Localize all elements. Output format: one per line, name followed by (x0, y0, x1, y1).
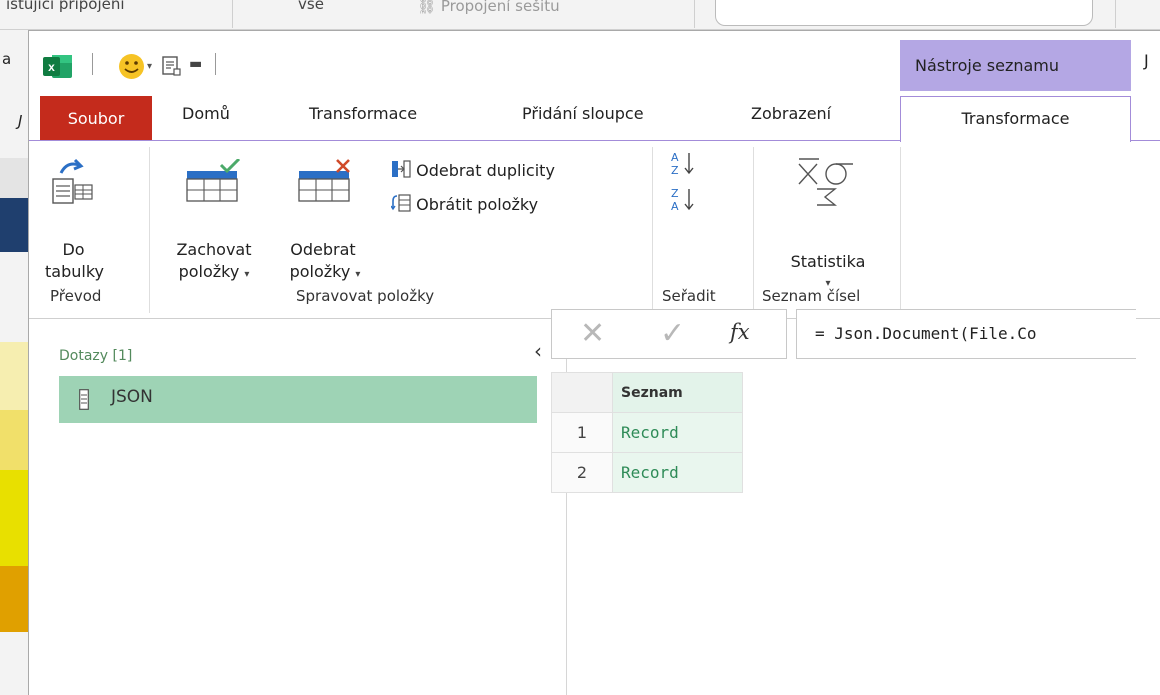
grid-corner[interactable] (551, 372, 613, 413)
power-query-editor-window: x ▾ ▬ Nástroje seznamu J Soubor Domů Tra… (28, 30, 1160, 695)
to-table-label-line1: Do (62, 240, 85, 259)
column-header[interactable]: Seznam (612, 372, 743, 413)
sort-ascending-icon[interactable]: A Z (669, 149, 703, 179)
link-icon: ⛓ (417, 0, 437, 15)
tab-view[interactable]: Zobrazení (751, 104, 831, 134)
customize-toolbar-icon[interactable]: ▬ (189, 56, 202, 72)
group-divider (149, 147, 150, 313)
group-divider (900, 147, 901, 313)
group-label-sort: Seřadit (662, 287, 716, 305)
svg-text:A: A (671, 151, 679, 164)
insert-function-icon[interactable]: fx (730, 320, 750, 344)
grid-cell[interactable]: Record (612, 412, 743, 453)
divider (1115, 0, 1116, 28)
quick-access-toolbar: x ▾ ▬ Nástroje seznamu J (29, 31, 1160, 91)
cancel-formula-icon[interactable]: ✕ (580, 316, 605, 352)
context-tab-header: Nástroje seznamu (900, 40, 1131, 91)
queries-title: Dotazy [1] (59, 348, 133, 364)
workbook-links-fragment[interactable]: ⛓ Propojení sešitu (417, 0, 560, 16)
divider (215, 53, 216, 75)
sheet-stripe (0, 342, 28, 410)
tab-file[interactable]: Soubor (40, 96, 152, 141)
tab-list-transform[interactable]: Transformace (900, 96, 1131, 142)
sheet-stripe (0, 470, 28, 566)
svg-text:Z: Z (671, 187, 679, 200)
form-icon[interactable] (160, 55, 182, 77)
statistics-label: Statistika (790, 252, 866, 271)
group-label-number-list: Seznam čísel (762, 287, 861, 305)
list-query-icon (79, 389, 89, 410)
left-fragment-a: a (2, 50, 12, 68)
statistics-icon (798, 158, 853, 206)
row-number: 2 (551, 452, 613, 493)
screen: istující připojení vše ⛓ Propojení sešit… (0, 0, 1160, 695)
group-label-convert: Převod (50, 287, 102, 305)
remove-items-label-line2: položky ▾ (289, 262, 361, 281)
queries-pane: Dotazy [1] ‹ JSON (29, 320, 567, 695)
collapse-pane-icon[interactable]: ‹ (534, 339, 542, 363)
sheet-stripe (0, 566, 28, 632)
remove-duplicates-icon (392, 160, 411, 178)
formula-input[interactable]: = Json.Document(File.Co (796, 309, 1136, 359)
group-label-manage-items: Spravovat položky (296, 287, 435, 305)
divider (92, 53, 93, 75)
sheet-stripe (0, 410, 28, 470)
group-divider (652, 147, 653, 313)
convert-to-table-icon (52, 158, 93, 204)
chevron-down-icon[interactable]: ▾ (147, 61, 152, 72)
keep-items-icon (186, 159, 241, 202)
sort-descending-icon[interactable]: Z A (669, 185, 703, 215)
keep-items-label-line1: Zachovat (176, 240, 252, 259)
query-item-label: JSON (111, 387, 153, 407)
tab-transform[interactable]: Transformace (309, 104, 417, 134)
reverse-items-button[interactable]: Obrátit položky (390, 193, 538, 214)
chevron-down-icon: ▾ (244, 269, 250, 280)
tab-home[interactable]: Domů (182, 104, 230, 134)
query-item-json[interactable]: JSON (59, 376, 537, 423)
ribbon: Do tabulky Převod Zachovat položky ▾ Ode… (29, 141, 1160, 319)
tab-add-column[interactable]: Přidání sloupce (522, 104, 644, 134)
grid-cell[interactable]: Record (612, 452, 743, 493)
smiley-feedback-icon[interactable] (118, 53, 145, 80)
svg-text:x: x (48, 60, 55, 74)
background-search-box[interactable] (715, 0, 1093, 26)
background-excel-toolbar: istující připojení vše ⛓ Propojení sešit… (0, 0, 1160, 30)
divider (232, 0, 233, 28)
excel-logo-icon: x (43, 55, 72, 78)
sheet-stripe (0, 198, 28, 252)
reverse-items-icon (390, 194, 411, 212)
remove-items-label-line1: Odebrat (290, 240, 356, 259)
divider (694, 0, 695, 28)
group-divider (753, 147, 754, 313)
confirm-formula-icon[interactable]: ✓ (660, 316, 685, 352)
keep-items-label-line2: položky ▾ (178, 262, 250, 281)
formula-bar-controls: ✕ ✓ fx (551, 309, 787, 359)
ribbon-tabs: Soubor Domů Transformace Přidání sloupce… (29, 91, 1160, 142)
window-title-fragment: J (1144, 51, 1149, 70)
svg-text:A: A (671, 200, 679, 213)
background-excel-sheet-edge: a J (0, 30, 28, 695)
svg-text:Z: Z (671, 164, 679, 177)
all-fragment[interactable]: vše (298, 0, 324, 14)
remove-items-icon (298, 159, 350, 202)
remove-duplicates-button[interactable]: Odebrat duplicity (391, 159, 555, 180)
existing-connections-fragment[interactable]: istující připojení (6, 0, 125, 14)
row-number: 1 (551, 412, 613, 453)
to-table-label-line2: tabulky (45, 262, 104, 281)
left-fragment-j: J (18, 112, 23, 130)
chevron-down-icon: ▾ (355, 269, 361, 280)
